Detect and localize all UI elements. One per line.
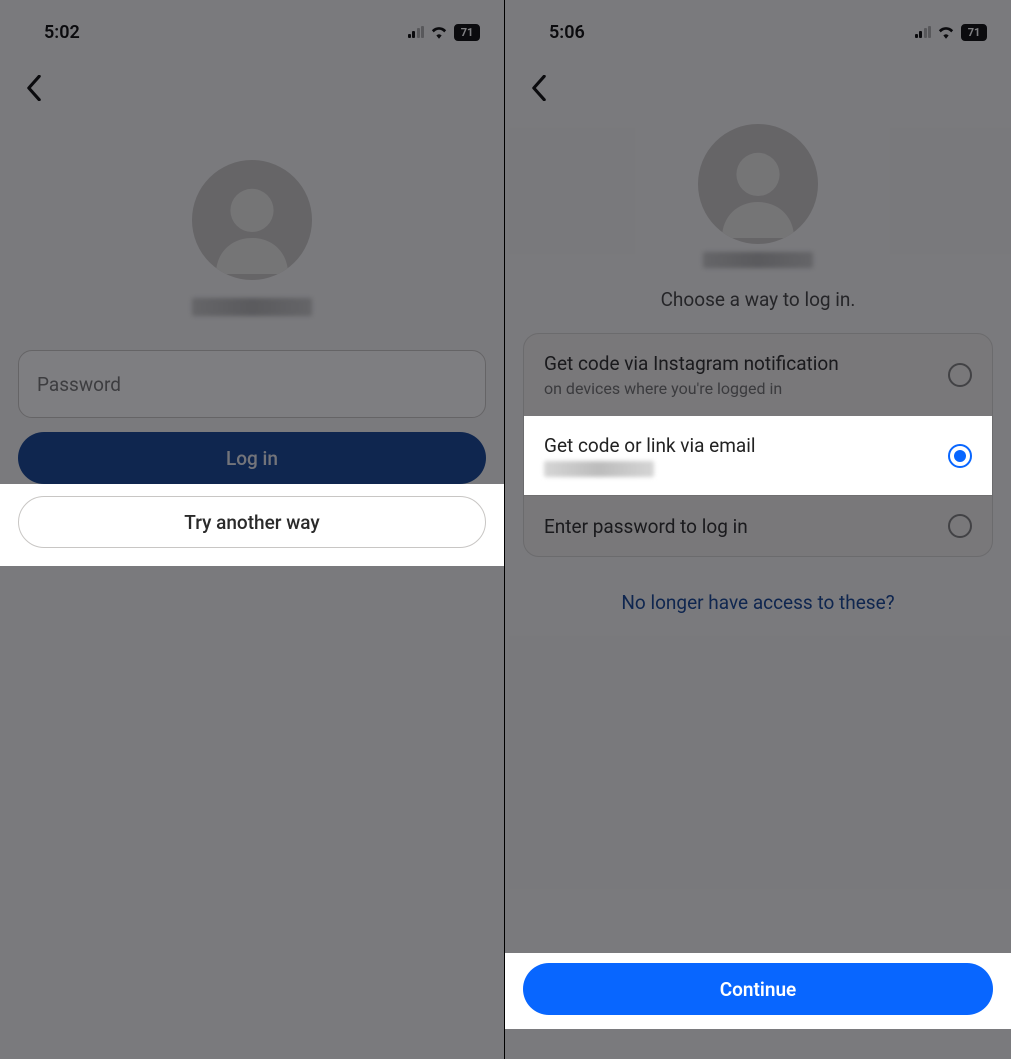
- status-icons: 71: [408, 24, 481, 41]
- screenshot-left: 5:02 71 Password Log in Try another way: [0, 0, 505, 1059]
- option-title: Get code or link via email: [544, 434, 755, 457]
- no-access-link[interactable]: No longer have access to these?: [505, 591, 1011, 614]
- login-button[interactable]: Log in: [18, 432, 486, 484]
- status-bar: 5:06 71: [505, 0, 1011, 50]
- continue-label: Continue: [720, 978, 797, 1001]
- avatar-block: [0, 160, 504, 316]
- option-instagram-notification[interactable]: Get code via Instagram notification on d…: [524, 334, 992, 416]
- continue-bar: Continue: [505, 953, 1011, 1029]
- status-bar: 5:02 71: [0, 0, 504, 50]
- back-button[interactable]: [14, 68, 54, 108]
- chevron-left-icon: [530, 75, 548, 101]
- status-time: 5:02: [44, 22, 80, 43]
- option-subtitle: on devices where you're logged in: [544, 379, 839, 398]
- cellular-icon: [408, 26, 425, 38]
- username-redacted: [703, 252, 813, 268]
- status-time: 5:06: [549, 22, 585, 43]
- password-placeholder: Password: [37, 373, 121, 396]
- back-button[interactable]: [519, 68, 559, 108]
- avatar: [192, 160, 312, 280]
- password-input[interactable]: Password: [18, 350, 486, 418]
- avatar: [698, 124, 818, 244]
- option-subtitle-redacted: [544, 461, 654, 477]
- continue-button[interactable]: Continue: [523, 963, 993, 1015]
- login-options-card: Get code via Instagram notification on d…: [523, 333, 993, 557]
- option-title: Get code via Instagram notification: [544, 352, 839, 375]
- try-another-way-button[interactable]: Try another way: [18, 496, 486, 548]
- battery-icon: 71: [961, 24, 987, 41]
- login-label: Log in: [226, 447, 278, 470]
- login-form: Password Log in Try another way: [0, 350, 504, 566]
- option-title: Enter password to log in: [544, 515, 748, 538]
- battery-icon: 71: [454, 24, 480, 41]
- status-icons: 71: [915, 24, 988, 41]
- option-email-code[interactable]: Get code or link via email: [524, 416, 992, 495]
- cellular-icon: [915, 26, 932, 38]
- wifi-icon: [430, 25, 448, 39]
- chevron-left-icon: [25, 75, 43, 101]
- choose-way-subtitle: Choose a way to log in.: [661, 288, 856, 311]
- try-another-way-label: Try another way: [184, 511, 319, 534]
- radio-unselected-icon: [948, 363, 972, 387]
- wifi-icon: [937, 25, 955, 39]
- avatar-block: Choose a way to log in.: [505, 124, 1011, 311]
- option-enter-password[interactable]: Enter password to log in: [524, 495, 992, 556]
- username-redacted: [192, 298, 312, 316]
- radio-selected-icon: [948, 444, 972, 468]
- screenshot-right: 5:06 71 Choose a way to log in. Get code…: [505, 0, 1011, 1059]
- radio-unselected-icon: [948, 514, 972, 538]
